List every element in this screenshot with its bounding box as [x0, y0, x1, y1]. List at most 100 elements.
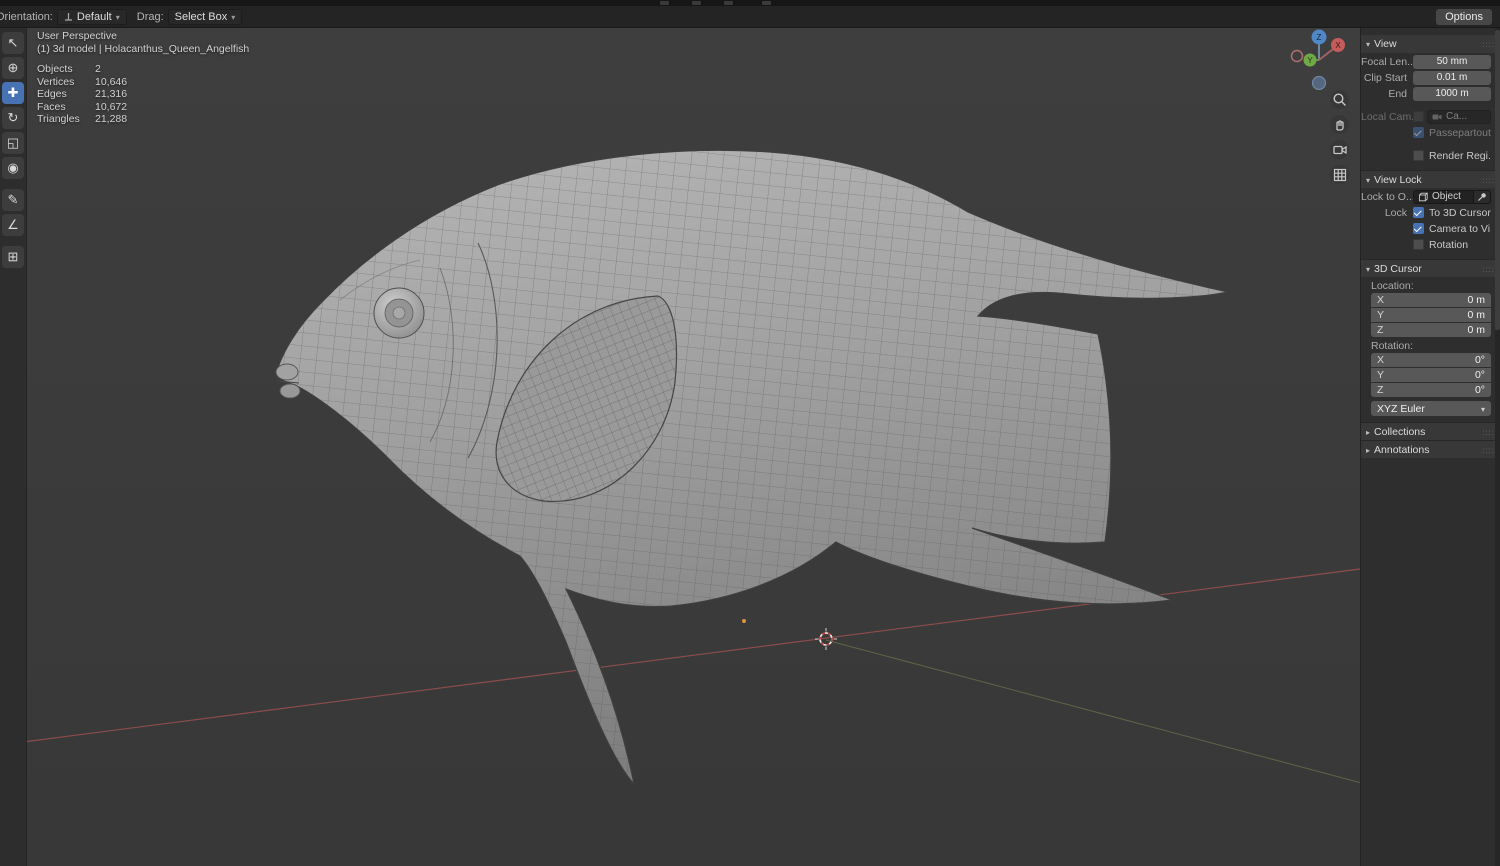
- stat-faces: Faces 10,672: [37, 100, 128, 113]
- camera-to-view-row: Camera to Vi...: [1361, 221, 1491, 236]
- topstrip-icon: [724, 1, 733, 5]
- annotate-tool-icon[interactable]: ✎: [2, 189, 24, 211]
- measure-tool-icon[interactable]: ∠: [2, 214, 24, 236]
- topstrip-icon: [762, 1, 771, 5]
- drag-dropdown[interactable]: Select Box: [167, 8, 243, 25]
- chevron-down-icon: [231, 11, 235, 23]
- add-cube-tool-icon[interactable]: ⊞: [2, 246, 24, 268]
- render-region-checkbox[interactable]: [1413, 150, 1424, 161]
- topstrip-icon: [692, 1, 701, 5]
- scale-tool-icon[interactable]: ◱: [2, 132, 24, 154]
- cursor-rotation-z[interactable]: Z 0°: [1371, 383, 1491, 397]
- cursor-location-z[interactable]: Z 0 m: [1371, 323, 1491, 337]
- render-region-row: Render Regi...: [1361, 148, 1491, 163]
- passepartout-checkbox[interactable]: [1413, 127, 1424, 138]
- window-top-strip: [0, 0, 1500, 6]
- stat-triangles: Triangles 21,288: [37, 113, 128, 125]
- cursor-rotation-x[interactable]: X 0°: [1371, 353, 1491, 367]
- blender-window: User Perspective (1) 3d model | Holacant…: [0, 0, 1500, 866]
- cursor-tool-icon[interactable]: ⊕: [2, 57, 24, 79]
- rotate-tool-icon[interactable]: ↻: [2, 107, 24, 129]
- viewport-nav-buttons: [1330, 90, 1349, 184]
- chevron-right-icon: [1366, 426, 1370, 438]
- panel-grip-icon[interactable]: [1482, 263, 1495, 275]
- stat-objects: Objects 2: [37, 63, 101, 75]
- view-lock-panel-header[interactable]: View Lock: [1361, 170, 1500, 188]
- panel-grip-icon[interactable]: [1482, 174, 1495, 186]
- focal-length-row: Focal Len... 50 mm: [1361, 54, 1491, 69]
- viewport-header: Orientation: Default Drag: Select Box Op…: [0, 6, 1500, 28]
- cursor-location-label: Location:: [1371, 280, 1414, 292]
- cursor-location-y[interactable]: Y 0 m: [1371, 308, 1491, 322]
- cursor-panel-header[interactable]: 3D Cursor: [1361, 259, 1500, 277]
- focal-length-field[interactable]: 50 mm: [1413, 54, 1491, 69]
- view-perspective-label: User Perspective: [37, 30, 117, 42]
- annotations-panel-header[interactable]: Annotations: [1361, 440, 1500, 458]
- stat-edges: Edges 21,316: [37, 88, 128, 100]
- zoom-icon[interactable]: [1330, 90, 1349, 109]
- collections-panel-header[interactable]: Collections: [1361, 422, 1500, 440]
- orientation-label: Orientation:: [0, 10, 53, 23]
- lock-rotation-checkbox[interactable]: [1413, 239, 1424, 250]
- object-origin-dot: [742, 619, 746, 623]
- camera-view-icon[interactable]: [1330, 140, 1349, 159]
- clip-start-field[interactable]: 0.01 m: [1413, 70, 1491, 85]
- world-axes: [0, 568, 1500, 821]
- eyedropper-icon[interactable]: [1474, 189, 1491, 204]
- chevron-down-icon: [116, 11, 120, 23]
- select-box-tool-icon[interactable]: ↖: [2, 32, 24, 54]
- viewport-info-overlay: User Perspective (1) 3d model | Holacant…: [37, 30, 249, 126]
- passepartout-row: Passepartout: [1361, 125, 1491, 140]
- scene-svg: [0, 149, 1500, 821]
- lock-3d-cursor-row: Lock To 3D Cursor: [1384, 206, 1491, 219]
- orientation-icon: [64, 13, 72, 21]
- cursor-rotation-y[interactable]: Y 0°: [1371, 368, 1491, 382]
- n-panel-sidebar: View Focal Len... 50 mm Clip Start 0.01 …: [1360, 28, 1500, 866]
- navigation-gizmo[interactable]: Z Y X: [1288, 28, 1350, 95]
- pan-hand-icon[interactable]: [1330, 115, 1349, 134]
- clip-end-row: End 1000 m: [1361, 86, 1491, 101]
- camera-to-view-checkbox[interactable]: [1413, 223, 1424, 234]
- lock-rotation-row: Rotation: [1361, 237, 1491, 252]
- topstrip-icon: [660, 1, 669, 5]
- panel-grip-icon[interactable]: [1482, 38, 1495, 50]
- local-camera-checkbox[interactable]: [1413, 111, 1424, 122]
- euler-order-dropdown[interactable]: XYZ Euler: [1371, 401, 1491, 416]
- local-camera-row: Local Cam... Ca...: [1361, 109, 1491, 124]
- transform-tool-icon[interactable]: ◉: [2, 157, 24, 179]
- drag-label: Drag:: [136, 10, 164, 23]
- ortho-toggle-icon[interactable]: [1330, 165, 1349, 184]
- to-3d-cursor-checkbox[interactable]: [1413, 207, 1424, 218]
- viewport-3d-scene[interactable]: [0, 0, 1500, 866]
- panel-grip-icon[interactable]: [1482, 444, 1495, 456]
- clip-start-row: Clip Start 0.01 m: [1361, 70, 1491, 85]
- camera-icon: [1432, 114, 1442, 119]
- sidebar-scrollbar[interactable]: [1495, 28, 1500, 866]
- gizmo-y-label: Y: [1307, 56, 1313, 65]
- lock-to-object-row: Lock to O... Object: [1361, 189, 1491, 204]
- scrollbar-thumb[interactable]: [1495, 30, 1500, 330]
- fish-eye: [373, 287, 425, 339]
- chevron-down-icon: [1481, 403, 1485, 415]
- tool-bar: ↖ ⊕ ✚ ↻ ◱ ◉ ✎ ∠ ⊞: [0, 28, 27, 866]
- options-button[interactable]: Options: [1436, 8, 1492, 25]
- cube-icon: [1419, 192, 1428, 201]
- clip-end-field[interactable]: 1000 m: [1413, 86, 1491, 101]
- chevron-down-icon: [1366, 38, 1370, 50]
- cursor-location-x[interactable]: X 0 m: [1371, 293, 1491, 307]
- chevron-right-icon: [1366, 444, 1370, 456]
- lock-object-field[interactable]: Object: [1413, 189, 1474, 204]
- move-tool-icon[interactable]: ✚: [2, 82, 24, 104]
- cursor-3d[interactable]: [815, 628, 837, 650]
- view-panel-header[interactable]: View: [1361, 35, 1500, 53]
- chevron-down-icon: [1366, 263, 1370, 275]
- fish-model[interactable]: [275, 149, 1229, 787]
- gizmo-z-label: Z: [1317, 33, 1322, 42]
- chevron-down-icon: [1366, 174, 1370, 186]
- panel-grip-icon[interactable]: [1482, 426, 1495, 438]
- scene-collection-label: (1) 3d model | Holacanthus_Queen_Angelfi…: [37, 42, 250, 55]
- cursor-rotation-label: Rotation:: [1371, 340, 1414, 352]
- orientation-dropdown[interactable]: Default: [56, 8, 127, 25]
- gizmo-x-label: X: [1335, 41, 1341, 50]
- local-camera-field[interactable]: Ca...: [1427, 109, 1491, 124]
